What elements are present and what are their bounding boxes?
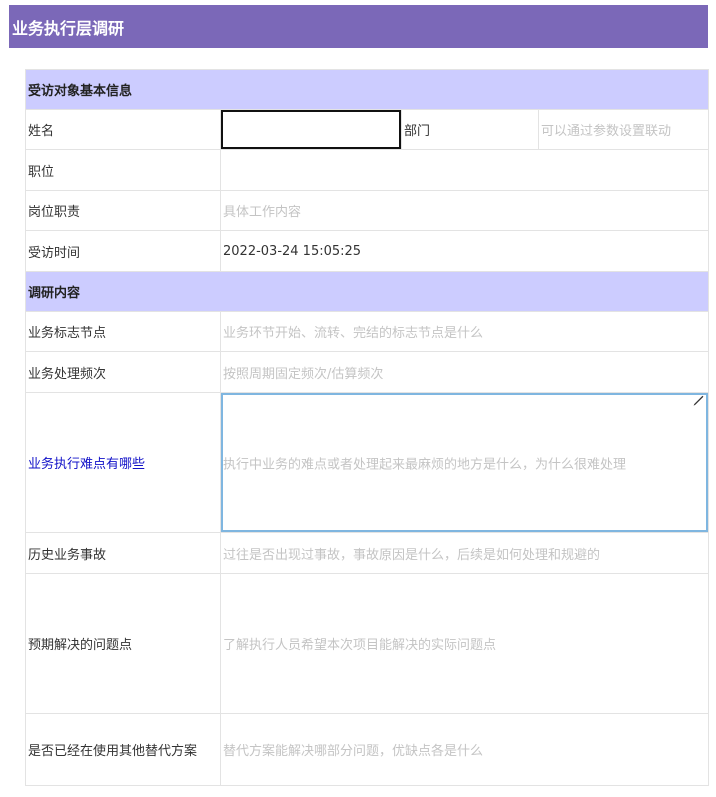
form-row-expected: 预期解决的问题点 了解执行人员希望本次项目能解决的实际问题点 (25, 573, 710, 714)
name-field[interactable] (220, 109, 402, 150)
form-row-accident: 历史业务事故 过往是否出现过事故，事故原因是什么，后续是如何处理和规避的 (25, 532, 710, 574)
pencil-icon[interactable] (692, 395, 704, 407)
section-title-content: 调研内容 (24, 271, 710, 312)
form-row-name: 姓名 部门 可以通过参数设置联动 (25, 109, 710, 150)
alternative-field[interactable]: 替代方案能解决哪部分问题，优缺点各是什么 (219, 713, 710, 786)
accident-label: 历史业务事故 (25, 532, 221, 574)
position-label: 职位 (25, 149, 221, 191)
form-row-milestone: 业务标志节点 业务环节开始、流转、完结的标志节点是什么 (25, 311, 710, 352)
position-field[interactable] (219, 149, 710, 191)
name-label: 姓名 (25, 109, 221, 150)
form-row-time: 受访时间 2022-03-24 15:05:25 (25, 230, 710, 272)
time-label: 受访时间 (25, 230, 221, 272)
frequency-field[interactable]: 按照周期固定频次/估算频次 (219, 351, 710, 393)
section-title-basic: 受访对象基本信息 (24, 69, 710, 110)
form-row-difficulty: 业务执行难点有哪些 执行中业务的难点或者处理起来最麻烦的地方是什么，为什么很难处… (25, 392, 710, 533)
form-row-duty: 岗位职责 具体工作内容 (25, 190, 710, 231)
section-header-basic: 受访对象基本信息 (24, 69, 710, 110)
name-input[interactable] (221, 110, 401, 149)
difficulty-label: 业务执行难点有哪些 (25, 392, 221, 533)
difficulty-field[interactable]: 执行中业务的难点或者处理起来最麻烦的地方是什么，为什么很难处理 (219, 392, 710, 533)
duty-label: 岗位职责 (25, 190, 221, 231)
milestone-label: 业务标志节点 (25, 311, 221, 352)
expected-field[interactable]: 了解执行人员希望本次项目能解决的实际问题点 (219, 573, 710, 714)
page-title: 业务执行层调研 (9, 5, 708, 48)
difficulty-placeholder: 执行中业务的难点或者处理起来最麻烦的地方是什么，为什么很难处理 (223, 457, 627, 472)
milestone-field[interactable]: 业务环节开始、流转、完结的标志节点是什么 (219, 311, 710, 352)
alternative-label: 是否已经在使用其他替代方案 (25, 713, 221, 786)
time-field[interactable]: 2022-03-24 15:05:25 (219, 230, 710, 272)
form-row-frequency: 业务处理频次 按照周期固定频次/估算频次 (25, 351, 710, 393)
expected-label: 预期解决的问题点 (25, 573, 221, 714)
dept-field[interactable]: 可以通过参数设置联动 (537, 109, 710, 150)
dept-label: 部门 (401, 109, 539, 150)
form-row-position: 职位 (25, 149, 710, 191)
accident-field[interactable]: 过往是否出现过事故，事故原因是什么，后续是如何处理和规避的 (219, 532, 710, 574)
duty-field[interactable]: 具体工作内容 (219, 190, 710, 231)
form-row-alternative: 是否已经在使用其他替代方案 替代方案能解决哪部分问题，优缺点各是什么 (25, 713, 710, 786)
frequency-label: 业务处理频次 (25, 351, 221, 393)
survey-form: 受访对象基本信息 姓名 部门 可以通过参数设置联动 职位 岗位职责 具体工作内容… (24, 69, 710, 786)
section-header-content: 调研内容 (24, 271, 710, 312)
